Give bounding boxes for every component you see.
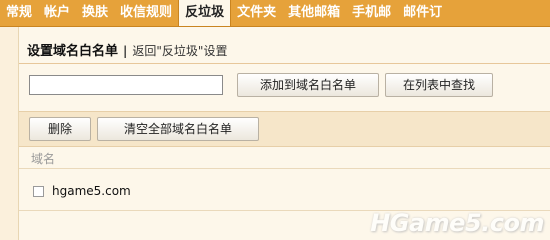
tab-general[interactable]: 常规: [0, 0, 38, 26]
delete-button[interactable]: 删除: [29, 117, 91, 141]
list-item: hgame5.com: [33, 182, 131, 200]
domain-input[interactable]: [29, 75, 223, 95]
tab-skin[interactable]: 换肤: [76, 0, 114, 26]
back-to-antispam-link[interactable]: 返回"反垃圾"设置: [132, 44, 227, 58]
domain-column-header: 域名: [31, 152, 56, 166]
tab-folders[interactable]: 文件夹: [231, 0, 282, 26]
header-separator: |: [123, 44, 128, 58]
tab-mail-rules[interactable]: 收信规则: [114, 0, 178, 26]
list-toolbar: 删除 清空全部域名白名单: [19, 111, 550, 147]
tab-account[interactable]: 帐户: [38, 0, 76, 26]
tab-mail-subscription[interactable]: 邮件订: [397, 0, 448, 26]
clear-all-whitelist-button[interactable]: 清空全部域名白名单: [97, 117, 259, 141]
settings-tab-bar: 常规 帐户 换肤 收信规则 反垃圾 文件夹 其他邮箱 手机邮 邮件订: [0, 0, 550, 27]
site-watermark: HGame5.com: [370, 209, 544, 237]
row-checkbox[interactable]: [33, 185, 44, 197]
page-header: 设置域名白名单 | 返回"反垃圾"设置: [27, 40, 227, 59]
tab-mobile-mail[interactable]: 手机邮: [346, 0, 397, 26]
page-title: 设置域名白名单: [27, 44, 119, 59]
domain-name: hgame5.com: [52, 184, 131, 198]
find-in-list-button[interactable]: 在列表中查找: [385, 73, 493, 97]
tab-antispam[interactable]: 反垃圾: [178, 0, 232, 26]
tab-other-mailboxes[interactable]: 其他邮箱: [282, 0, 346, 26]
header-divider: [19, 63, 550, 64]
list-header-divider: [19, 168, 550, 169]
add-to-whitelist-button[interactable]: 添加到域名白名单: [237, 73, 379, 97]
